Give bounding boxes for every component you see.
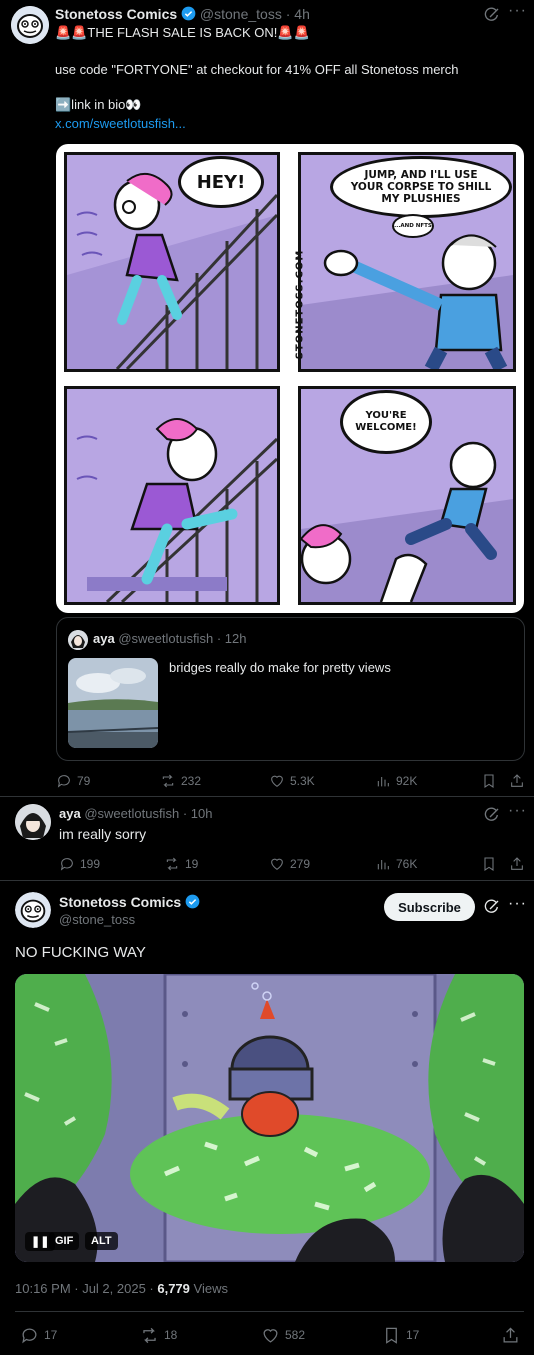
repost-button[interactable]: 18 <box>140 1326 177 1345</box>
comic-panel-3 <box>64 386 280 605</box>
like-button[interactable]: 5.3K <box>269 773 315 789</box>
post-text-line1: 🚨🚨THE FLASH SALE IS BACK ON!🚨🚨 <box>55 25 310 40</box>
post3-actions: 17 18 582 17 <box>20 1325 524 1345</box>
bookmark-icon[interactable] <box>481 856 497 872</box>
reply-icon <box>60 858 73 871</box>
like-button[interactable]: 279 <box>269 856 310 872</box>
like-button[interactable]: 582 <box>261 1326 305 1345</box>
stonetoss-avatar[interactable] <box>15 892 51 928</box>
views-label: Views <box>189 1281 228 1296</box>
speech-bubble-nfts: ...AND NFTS <box>392 214 434 238</box>
repost-count: 19 <box>185 857 199 871</box>
verified-badge-icon <box>181 6 196 21</box>
repost-count: 18 <box>164 1328 178 1342</box>
divider <box>15 1311 524 1312</box>
reply-icon <box>57 775 70 788</box>
bookmark-count: 17 <box>406 1328 420 1342</box>
gif-badge: GIF <box>49 1232 80 1250</box>
author-handle[interactable]: @sweetlotusfish <box>84 806 179 821</box>
post-link[interactable]: x.com/sweetlotusfish... <box>55 116 186 131</box>
quote-author-name: aya <box>93 631 115 646</box>
repost-icon <box>166 857 178 871</box>
repost-button[interactable]: 232 <box>160 773 201 789</box>
divider <box>0 796 534 797</box>
aya-avatar-small <box>68 630 88 650</box>
views-icon <box>377 777 389 787</box>
bookmark-icon[interactable] <box>481 773 497 789</box>
grok-icon[interactable] <box>484 7 500 23</box>
views-button[interactable]: 92K <box>375 773 417 789</box>
reply-button[interactable]: 79 <box>56 773 90 789</box>
more-options-icon[interactable]: ··· <box>508 802 527 820</box>
share-icon[interactable] <box>509 773 525 789</box>
heart-icon <box>263 1328 278 1343</box>
views-icon <box>377 860 389 870</box>
watermark-text: STONETOSS.COM <box>294 249 306 360</box>
speech-welcome-text: YOU'RE WELCOME! <box>355 410 417 433</box>
bookmark-button[interactable]: 17 <box>382 1326 419 1345</box>
heart-icon <box>271 858 283 870</box>
reply-button[interactable]: 199 <box>59 856 100 872</box>
bookmark-icon <box>386 1327 397 1344</box>
post-text: im really sorry <box>59 826 147 842</box>
gif-media[interactable]: ❚❚ GIF ALT <box>15 974 524 1262</box>
comic-image[interactable]: HEY! JUMP, AND I'LL USE YOUR CORPSE TO S… <box>56 144 524 613</box>
quote-text: bridges really do make for pretty views <box>169 660 391 675</box>
aya-avatar[interactable] <box>15 804 51 840</box>
reply-count: 199 <box>80 857 101 871</box>
post2-actions: 199 19 279 76K <box>59 855 526 873</box>
post-text-line3: ➡️link in bio👀 <box>55 97 142 112</box>
speech-jump-text: JUMP, AND I'LL USE YOUR CORPSE TO SHILL … <box>350 169 492 205</box>
divider <box>0 880 534 881</box>
post1-actions: 79 232 5.3K 92K <box>56 772 526 790</box>
views-total: 6,779 <box>157 1281 190 1296</box>
reply-icon <box>22 1327 37 1343</box>
reply-count: 17 <box>44 1328 58 1342</box>
repost-icon <box>162 774 174 788</box>
speech-bubble-welcome: YOU'RE WELCOME! <box>340 390 432 454</box>
more-options-icon[interactable]: ··· <box>508 2 527 20</box>
speech-nfts-text: ...AND NFTS <box>394 223 432 229</box>
author-name[interactable]: Stonetoss Comics <box>59 894 181 910</box>
post-text-line2: use code "FORTYONE" at checkout for 41% … <box>55 62 459 77</box>
grok-icon[interactable] <box>484 899 500 915</box>
author-handle[interactable]: @stone_toss <box>59 912 135 927</box>
speech-bubble-jump: JUMP, AND I'LL USE YOUR CORPSE TO SHILL … <box>330 156 512 218</box>
quoted-post[interactable]: aya @sweetlotusfish · 12h bridges really… <box>56 617 525 761</box>
views-count: 92K <box>396 774 418 788</box>
alt-badge[interactable]: ALT <box>85 1232 118 1250</box>
grok-icon[interactable] <box>484 807 500 823</box>
post-time[interactable]: 4h <box>294 6 310 22</box>
more-options-icon[interactable]: ··· <box>508 895 527 913</box>
repost-count: 232 <box>181 774 202 788</box>
share-icon[interactable] <box>501 1326 520 1345</box>
quote-time: 12h <box>224 631 247 646</box>
subscribe-button[interactable]: Subscribe <box>384 893 475 921</box>
heart-icon <box>271 775 283 787</box>
views-button[interactable]: 76K <box>375 856 417 872</box>
like-count: 582 <box>285 1328 306 1342</box>
quote-thumbnail[interactable] <box>68 658 158 748</box>
like-count: 5.3K <box>290 774 315 788</box>
share-icon[interactable] <box>509 856 525 872</box>
verified-badge-icon <box>185 894 200 909</box>
speech-hey-text: HEY! <box>196 171 246 193</box>
author-handle[interactable]: @stone_toss <box>200 6 282 22</box>
reply-button[interactable]: 17 <box>20 1326 57 1345</box>
reply-count: 79 <box>77 774 91 788</box>
author-name[interactable]: aya <box>59 806 81 821</box>
post-timestamp[interactable]: 10:16 PM · Jul 2, 2025 · <box>15 1281 157 1296</box>
author-name[interactable]: Stonetoss Comics <box>55 6 177 22</box>
stonetoss-avatar[interactable] <box>11 6 49 44</box>
quote-author-handle: @sweetlotusfish <box>118 631 214 646</box>
post-time[interactable]: 10h <box>191 806 213 821</box>
like-count: 279 <box>290 857 311 871</box>
post-text: NO FUCKING WAY <box>15 944 146 961</box>
repost-icon <box>143 1327 156 1343</box>
repost-button[interactable]: 19 <box>164 856 198 872</box>
views-count: 76K <box>396 857 418 871</box>
speech-bubble-hey: HEY! <box>178 156 264 208</box>
